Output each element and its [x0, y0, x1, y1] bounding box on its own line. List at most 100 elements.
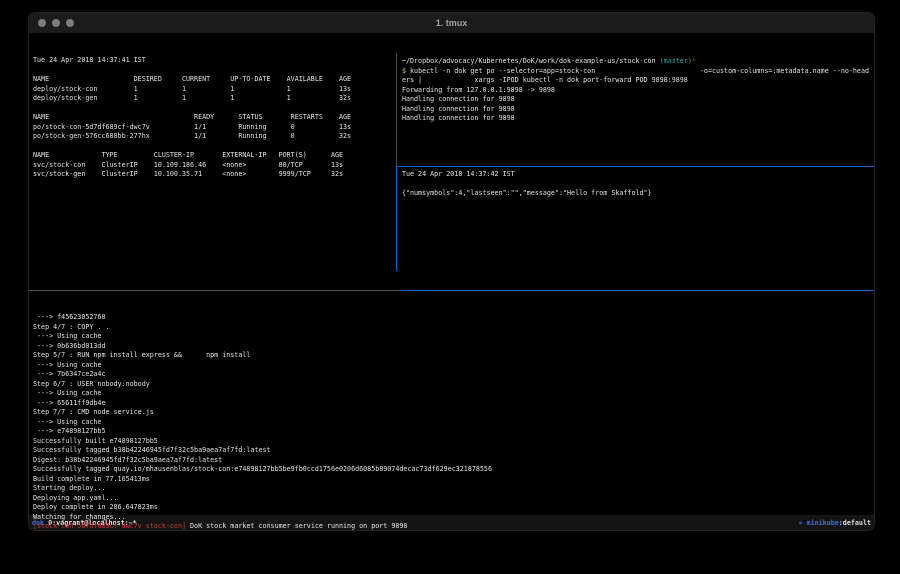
text-segment: ---> e74898127bb5	[33, 427, 105, 435]
pane-border-gray-segment	[29, 290, 402, 291]
text-segment: NAME DESIRED CURRENT UP-TO-DATE AVAILABL…	[33, 75, 351, 83]
pane-border-blue-segment	[402, 290, 874, 291]
terminal-line: svc/stock-gen ClusterIP 10.100.35.71 <no…	[33, 170, 392, 180]
terminal-line	[33, 142, 392, 152]
text-segment: ---> Using cache	[33, 361, 101, 369]
terminal-line: ---> f45623052760	[33, 313, 870, 323]
top-pane-row: Tue 24 Apr 2018 14:37:41 IST NAME DESIRED…	[29, 53, 874, 271]
terminal-line: $ kubectl -n dok get po --selector=app=s…	[402, 67, 869, 77]
text-segment: ---> 7b6347ce2a4c	[33, 370, 105, 378]
terminal-line: deploy/stock-con 1 1 1 1 13s	[33, 85, 392, 95]
terminal-line: Successfully tagged quay.io/mhausenblas/…	[33, 465, 870, 475]
terminal-line: Deploying app.yaml...	[33, 494, 870, 504]
terminal-line: Deploy complete in 286.647823ms	[33, 503, 870, 513]
text-segment: ---> Using cache	[33, 418, 101, 426]
text-segment: Successfully tagged b38b42246945fd7f32c5…	[33, 446, 271, 454]
text-segment: deploy/stock-gen 1 1 1 1 32s	[33, 94, 351, 102]
pane-port-forward[interactable]: ~/Dropbox/advocacy/Kubernetes/DoK/work/d…	[396, 53, 874, 166]
terminal-line	[33, 104, 392, 114]
text-segment: Watching for changes...	[33, 513, 126, 521]
text-segment: svc/stock-con ClusterIP 10.109.186.46 <n…	[33, 161, 343, 169]
terminal-line: ---> e74898127bb5	[33, 427, 870, 437]
window-titlebar[interactable]: 1. tmux	[29, 13, 874, 34]
text-segment: Step 4/7 : COPY . .	[33, 323, 110, 331]
desktop: 1. tmux Tue 24 Apr 2018 14:37:41 IST NAME…	[0, 0, 900, 574]
terminal-line: Watching for changes...	[33, 513, 870, 523]
text-segment: Handling connection for 9898	[402, 105, 515, 113]
text-segment: Forwarding from 127.0.0.1:9898 -> 9898	[402, 86, 555, 94]
terminal-line: Tue 24 Apr 2018 14:37:41 IST	[33, 56, 392, 66]
terminal-line: Tue 24 Apr 2018 14:37:42 IST	[402, 170, 869, 180]
terminal-line: Successfully tagged b38b42246945fd7f32c5…	[33, 446, 870, 456]
terminal-line: ers | xargs -IPOD kubectl -n dok port-fo…	[402, 76, 869, 86]
text-segment: ---> Using cache	[33, 332, 101, 340]
terminal-line: {"numsymbols":4,"lastseen":"","message":…	[402, 189, 869, 199]
text-segment: Build complete in 77.165413ms	[33, 475, 150, 483]
text-segment: Digest: b38b42246945fd7f32c5ba9aea7af7fd…	[33, 456, 222, 464]
text-segment: kubectl -n dok get po --selector=app=sto…	[406, 67, 869, 75]
text-segment: svc/stock-gen ClusterIP 10.100.35.71 <no…	[33, 170, 343, 178]
text-segment: NAME TYPE CLUSTER-IP EXTERNAL-IP PORT(S)…	[33, 151, 343, 159]
pane-service-response-active[interactable]: Tue 24 Apr 2018 14:37:42 IST {"numsymbols…	[396, 166, 874, 271]
text-segment: DoK stock market consumer service runnin…	[186, 522, 407, 530]
window-title: 1. tmux	[29, 18, 874, 28]
terminal-line: ---> 0b636bd013dd	[33, 342, 870, 352]
pane-kubectl-watch[interactable]: Tue 24 Apr 2018 14:37:41 IST NAME DESIRED…	[29, 53, 396, 271]
text-segment: ---> Using cache	[33, 389, 101, 397]
text-segment: ers | xargs -IPOD kubectl -n dok port-fo…	[402, 76, 688, 84]
pane-skaffold-build-log[interactable]: ---> f45623052760 Step 4/7 : COPY . . ---…	[29, 310, 874, 531]
tmux-session: Tue 24 Apr 2018 14:37:41 IST NAME DESIRED…	[29, 34, 874, 515]
terminal-line: ---> Using cache	[33, 389, 870, 399]
terminal-line: deploy/stock-gen 1 1 1 1 32s	[33, 94, 392, 104]
pane-border-horizontal	[29, 290, 874, 291]
terminal-window: 1. tmux Tue 24 Apr 2018 14:37:41 IST NAME…	[28, 12, 875, 531]
terminal-line: Handling connection for 9898	[402, 114, 869, 124]
terminal-line: Starting deploy...	[33, 484, 870, 494]
text-segment: (master)	[660, 57, 692, 65]
text-segment: ~/Dropbox/advocacy/Kubernetes/DoK/work/d…	[402, 57, 660, 65]
terminal-line: [stock-con-5d7df689cf-dwc7v stock-con] D…	[33, 522, 870, 531]
text-segment: [stock-con-5d7df689cf-dwc7v stock-con]	[33, 522, 186, 530]
terminal-line: NAME DESIRED CURRENT UP-TO-DATE AVAILABL…	[33, 75, 392, 85]
terminal-line: Successfully built e74898127bb5	[33, 437, 870, 447]
text-segment: ---> 0b636bd013dd	[33, 342, 105, 350]
terminal-line: ~/Dropbox/advocacy/Kubernetes/DoK/work/d…	[402, 57, 869, 67]
terminal-line: ---> 7b6347ce2a4c	[33, 370, 870, 380]
terminal-line: Step 7/7 : CMD node service.js	[33, 408, 870, 418]
terminal-line: Step 6/7 : USER nobody:nobody	[33, 380, 870, 390]
text-segment: Starting deploy...	[33, 484, 105, 492]
text-segment: Deploy complete in 286.647823ms	[33, 503, 158, 511]
terminal-line: Handling connection for 9898	[402, 95, 869, 105]
text-segment: ---> f45623052760	[33, 313, 105, 321]
terminal-line: ---> Using cache	[33, 332, 870, 342]
text-segment: Tue 24 Apr 2018 14:37:42 IST	[402, 170, 515, 178]
terminal-line: ---> 65611ff9db4e	[33, 399, 870, 409]
text-segment: Handling connection for 9898	[402, 114, 515, 122]
text-segment: NAME READY STATUS RESTARTS AGE	[33, 113, 351, 121]
text-segment: *	[692, 57, 696, 65]
text-segment: po/stock-gen-576cc688bb-277hx 1/1 Runnin…	[33, 132, 351, 140]
terminal-line: NAME READY STATUS RESTARTS AGE	[33, 113, 392, 123]
terminal-line: ---> Using cache	[33, 418, 870, 428]
terminal-line: Step 5/7 : RUN npm install express && np…	[33, 351, 870, 361]
text-segment: Successfully built e74898127bb5	[33, 437, 158, 445]
terminal-line	[402, 180, 869, 190]
terminal-line: po/stock-gen-576cc688bb-277hx 1/1 Runnin…	[33, 132, 392, 142]
text-segment: Tue 24 Apr 2018 14:37:41 IST	[33, 56, 146, 64]
text-segment: Step 7/7 : CMD node service.js	[33, 408, 154, 416]
text-segment: {"numsymbols":4,"lastseen":"","message":…	[402, 189, 652, 197]
terminal-line: ---> Using cache	[33, 361, 870, 371]
text-segment: po/stock-con-5d7df689cf-dwc7v 1/1 Runnin…	[33, 123, 351, 131]
text-segment: ---> 65611ff9db4e	[33, 399, 105, 407]
terminal-line: NAME TYPE CLUSTER-IP EXTERNAL-IP PORT(S)…	[33, 151, 392, 161]
terminal-line: Forwarding from 127.0.0.1:9898 -> 9898	[402, 86, 869, 96]
right-pane-column: ~/Dropbox/advocacy/Kubernetes/DoK/work/d…	[396, 53, 874, 271]
terminal-line: Build complete in 77.165413ms	[33, 475, 870, 485]
terminal-line	[33, 66, 392, 76]
terminal-line: Step 4/7 : COPY . .	[33, 323, 870, 333]
terminal-line: po/stock-con-5d7df689cf-dwc7v 1/1 Runnin…	[33, 123, 392, 133]
terminal-line: Handling connection for 9898	[402, 105, 869, 115]
terminal-line: svc/stock-con ClusterIP 10.109.186.46 <n…	[33, 161, 392, 171]
text-segment: Handling connection for 9898	[402, 95, 515, 103]
text-segment: Deploying app.yaml...	[33, 494, 118, 502]
